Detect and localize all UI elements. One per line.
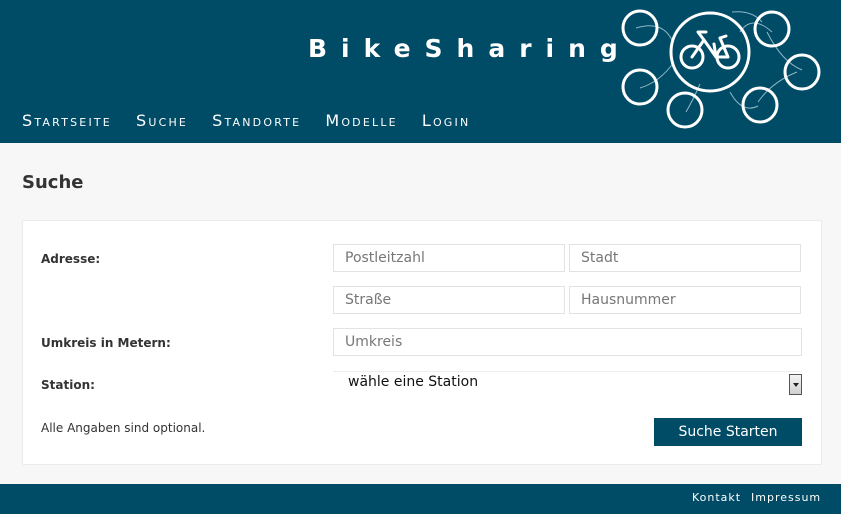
optional-note: Alle Angaben sind optional. (41, 421, 206, 435)
street-input[interactable] (333, 286, 565, 314)
nav-login[interactable]: Login (422, 111, 471, 130)
nav-startseite[interactable]: Startseite (22, 111, 112, 130)
main-navigation: Startseite Suche Standorte Modelle Login (22, 111, 494, 130)
radius-label: Umkreis in Metern: (41, 336, 171, 350)
radius-input[interactable] (333, 328, 802, 356)
station-select[interactable]: wähle eine Station (333, 371, 802, 396)
bicycle-network-icon[interactable] (612, 2, 832, 134)
house-number-input[interactable] (569, 286, 801, 314)
station-select-value: wähle eine Station (348, 374, 479, 390)
footer-link-impressum[interactable]: Impressum (751, 491, 821, 504)
nav-suche[interactable]: Suche (136, 111, 188, 130)
search-start-button[interactable]: Suche Starten (654, 418, 802, 446)
nav-standorte[interactable]: Standorte (212, 111, 301, 130)
site-header: BikeSharing Startseite suche standorte m… (0, 0, 841, 143)
footer-link-kontakt[interactable]: Kontakt (692, 491, 741, 504)
page-title: Suche (22, 172, 84, 193)
station-label: Station: (41, 378, 95, 392)
city-input[interactable] (569, 244, 801, 272)
site-footer: Kontakt Impressum (0, 484, 841, 514)
postal-code-input[interactable] (333, 244, 565, 272)
nav-modelle[interactable]: Modelle (325, 111, 398, 130)
chevron-down-icon[interactable] (789, 374, 802, 395)
address-label: Adresse: (41, 252, 101, 266)
site-brand[interactable]: BikeSharing (308, 34, 632, 63)
